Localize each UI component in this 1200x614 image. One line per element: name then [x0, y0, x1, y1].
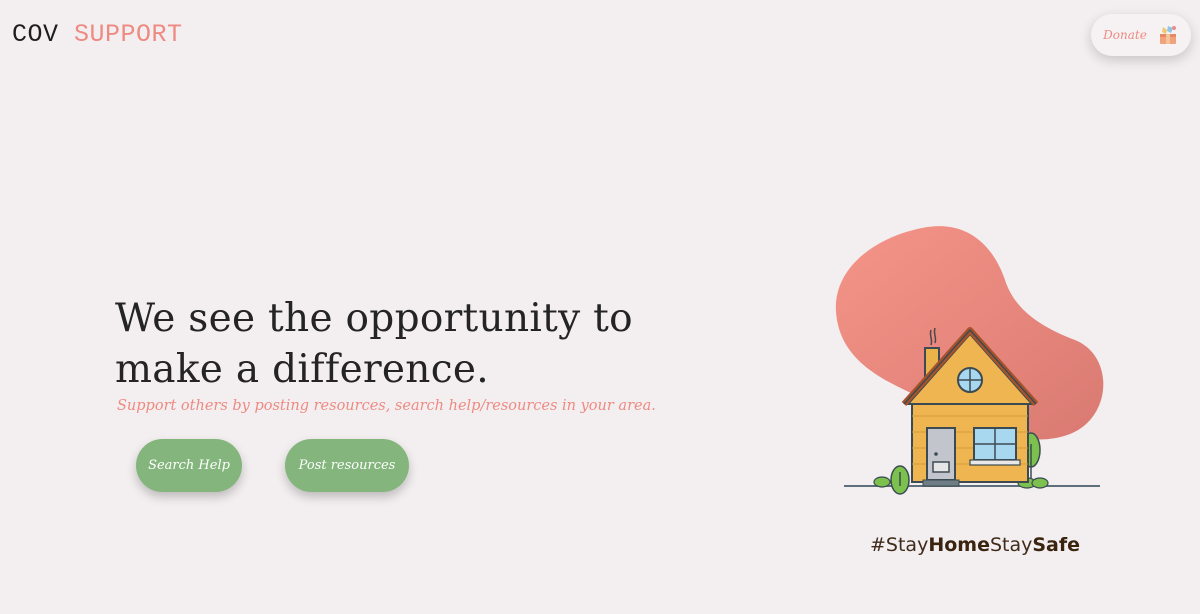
- donate-button[interactable]: Donate: [1091, 14, 1191, 56]
- hero-subline: Support others by posting resources, sea…: [117, 398, 656, 414]
- tagline-part-4: Safe: [1032, 534, 1081, 556]
- post-resources-button[interactable]: Post resources: [285, 439, 409, 492]
- house-illustration: [835, 226, 1104, 495]
- logo-text-cov: COV: [12, 20, 59, 49]
- headline-line-1: We see the opportunity to: [115, 296, 633, 341]
- tagline-part-1: #Stay: [870, 534, 929, 556]
- donate-label: Donate: [1103, 28, 1147, 42]
- search-help-button[interactable]: Search Help: [136, 439, 242, 492]
- hero-headline: We see the opportunity to make a differe…: [115, 293, 715, 395]
- stay-home-tagline: #StayHomeStaySafe: [870, 534, 1080, 556]
- tagline-part-3: Stay: [989, 534, 1033, 556]
- donation-box-icon: [1159, 26, 1176, 44]
- site-logo[interactable]: COV SUPPORT: [12, 20, 183, 49]
- headline-line-2: make a difference.: [115, 347, 489, 392]
- tagline-part-2: Home: [928, 534, 990, 556]
- logo-text-support: SUPPORT: [74, 20, 183, 49]
